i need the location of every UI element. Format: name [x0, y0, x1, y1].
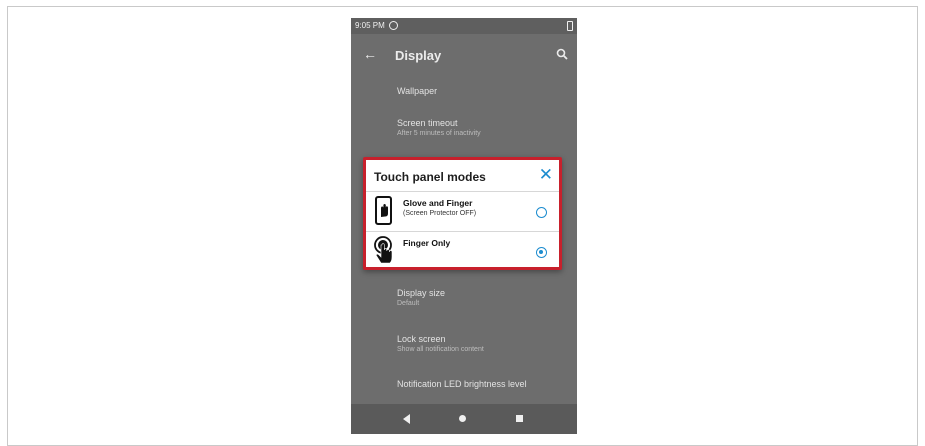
nav-recents-icon[interactable] [516, 415, 523, 422]
touch-panel-modes-dialog: Touch panel modes ✕ Glove and Finger (Sc… [363, 157, 562, 270]
status-bar: 9:05 PM [351, 18, 577, 34]
dialog-title: Touch panel modes [374, 170, 486, 184]
nav-back-icon[interactable] [403, 414, 410, 424]
battery-icon [567, 21, 573, 31]
setting-title: Display size [397, 288, 446, 298]
setting-title: Screen timeout [397, 118, 458, 128]
option-glove-and-finger[interactable]: Glove and Finger (Screen Protector OFF) [366, 192, 559, 230]
setting-summary: Default [397, 300, 420, 307]
radio-button-selected[interactable] [536, 247, 547, 258]
setting-wallpaper[interactable]: Wallpaper [397, 86, 572, 96]
status-time: 9:05 PM [355, 21, 385, 30]
option-subtitle: (Screen Protector OFF) [403, 210, 477, 217]
page-title: Display [395, 48, 442, 63]
setting-screen-timeout[interactable]: Screen timeout After 5 minutes of inacti… [397, 118, 572, 137]
data-saver-icon [389, 21, 398, 30]
setting-lock-screen[interactable]: Lock screen Show all notification conten… [397, 334, 572, 353]
close-icon[interactable]: ✕ [539, 165, 553, 185]
app-bar: ← Display [351, 34, 577, 76]
setting-title: Wallpaper [397, 86, 438, 96]
option-title: Finger Only [403, 238, 451, 248]
glove-hand-phone-icon [375, 196, 392, 225]
setting-display-size[interactable]: Display size Default [397, 288, 572, 307]
back-arrow-icon[interactable]: ← [363, 46, 377, 62]
option-title: Glove and Finger [403, 198, 473, 208]
navigation-bar [351, 404, 577, 434]
option-finger-only[interactable]: Finger Only [366, 232, 559, 270]
setting-summary: Show all notification content [397, 346, 484, 353]
setting-summary: After 5 minutes of inactivity [397, 130, 481, 137]
search-icon[interactable] [556, 48, 568, 60]
setting-notification-led[interactable]: Notification LED brightness level [397, 379, 572, 389]
setting-title: Lock screen [397, 334, 446, 344]
dialog-header: Touch panel modes ✕ [366, 160, 559, 191]
setting-title: Notification LED brightness level [397, 379, 527, 389]
radio-button[interactable] [536, 207, 547, 218]
finger-touch-icon [374, 236, 393, 264]
nav-home-icon[interactable] [459, 415, 466, 422]
